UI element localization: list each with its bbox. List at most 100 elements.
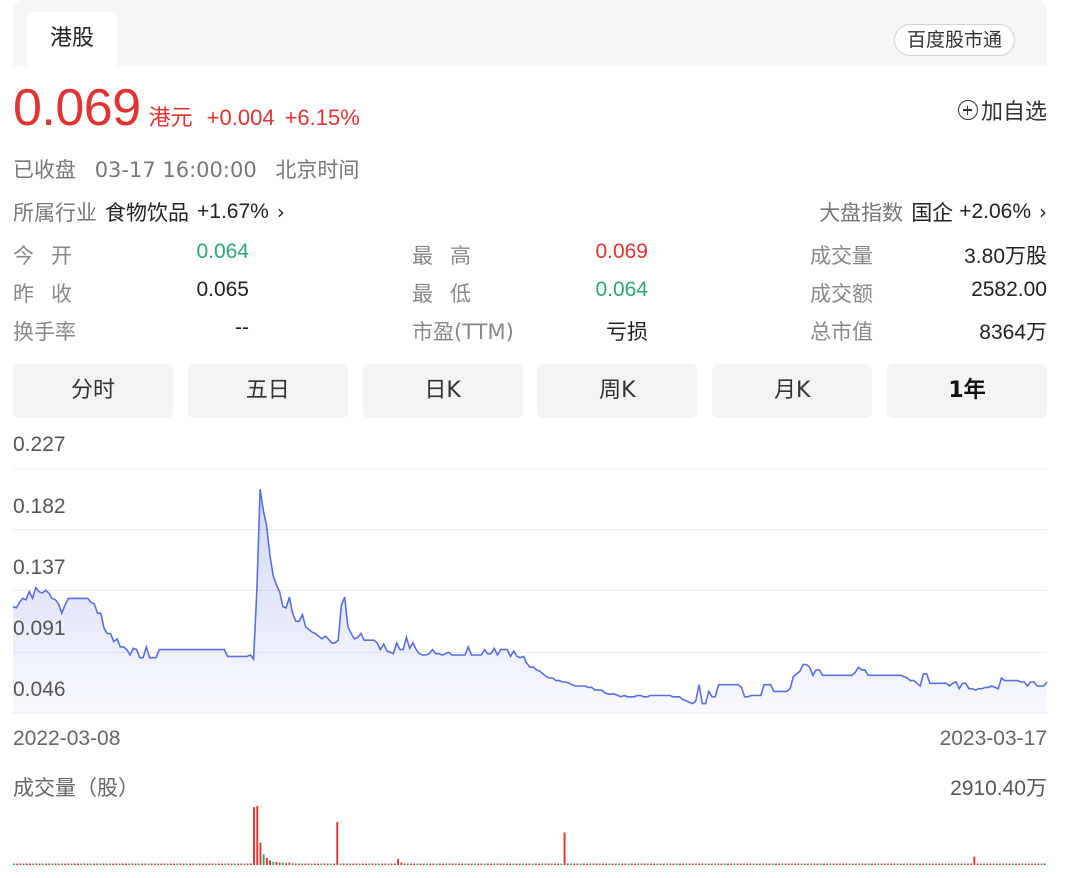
- volume-bar: [448, 863, 451, 865]
- volume-bar: [393, 863, 396, 865]
- volume-bar: [368, 863, 371, 865]
- volume-bar: [595, 863, 598, 865]
- volume-bar: [662, 863, 665, 865]
- volume-bar: [397, 859, 399, 865]
- volume-bar: [531, 863, 534, 865]
- volume-bar: [691, 863, 694, 865]
- volume-bar: [672, 863, 675, 865]
- volume-bar: [1008, 863, 1011, 865]
- volume-bar: [957, 863, 960, 865]
- volume-bar: [310, 863, 313, 865]
- volume-bar: [496, 863, 499, 865]
- volume-bar: [557, 863, 560, 865]
- volume-bar: [1034, 863, 1037, 865]
- volume-bar: [938, 863, 941, 865]
- volume-bar: [995, 863, 998, 865]
- volume-bar: [877, 863, 880, 865]
- volume-bar: [89, 863, 92, 865]
- volume-bar: [374, 863, 377, 865]
- volume-bar: [301, 863, 303, 865]
- volume-bar: [963, 863, 966, 865]
- volume-bar: [854, 863, 857, 865]
- volume-bar: [285, 863, 287, 865]
- volume-bar: [899, 863, 902, 865]
- volume-bar: [336, 821, 339, 865]
- volume-bar: [640, 863, 643, 865]
- volume-bar: [483, 863, 486, 865]
- volume-bar: [960, 863, 963, 865]
- volume-bar: [608, 863, 611, 865]
- volume-bar: [637, 863, 640, 865]
- volume-bar: [493, 863, 496, 865]
- volume-bar: [1031, 863, 1033, 865]
- volume-bar: [1040, 863, 1043, 865]
- volume-bar: [45, 863, 47, 865]
- volume-bar: [506, 863, 508, 865]
- volume-bar: [710, 863, 713, 865]
- volume-bar: [880, 863, 883, 865]
- volume-bar: [25, 863, 28, 865]
- volume-bar: [48, 863, 51, 865]
- volume-bar: [701, 863, 704, 865]
- volume-bar: [893, 863, 896, 865]
- volume-bar: [173, 863, 175, 865]
- volume-bar: [682, 863, 684, 865]
- volume-bar: [275, 862, 278, 865]
- price-chart[interactable]: [0, 0, 1080, 878]
- volume-bar: [115, 863, 118, 865]
- volume-bar: [586, 863, 588, 865]
- volume-bar: [109, 863, 111, 865]
- volume-bar: [698, 863, 700, 865]
- volume-bar: [237, 863, 239, 865]
- y-tick-label: 0.091: [13, 617, 66, 640]
- volume-bar: [781, 863, 784, 865]
- volume-bar: [134, 863, 137, 865]
- volume-bar: [147, 863, 150, 865]
- volume-bar: [832, 863, 835, 865]
- volume-bar: [973, 856, 976, 865]
- volume-bar: [461, 863, 464, 865]
- volume-bar: [1024, 863, 1027, 865]
- volume-bar: [752, 863, 755, 865]
- volume-bar: [150, 863, 153, 865]
- volume-bar: [925, 863, 928, 865]
- volume-bar: [227, 863, 230, 865]
- volume-bar: [70, 863, 73, 865]
- volume-bar: [435, 863, 438, 865]
- volume-bar: [560, 863, 563, 865]
- volume-bar: [105, 863, 108, 865]
- volume-bar: [528, 863, 531, 865]
- volume-bar: [83, 863, 86, 865]
- volume-bar: [29, 863, 31, 865]
- volume-bar: [96, 863, 99, 865]
- volume-bar: [262, 854, 265, 865]
- volume-bar: [650, 863, 652, 865]
- volume-bar: [490, 863, 492, 865]
- volume-bar: [16, 863, 19, 865]
- volume-bar: [822, 863, 825, 865]
- volume-bar: [646, 863, 649, 865]
- x-start-label: 2022-03-08: [13, 727, 121, 750]
- volume-bar: [810, 863, 812, 865]
- volume-bar: [774, 863, 777, 865]
- volume-bar: [458, 863, 460, 865]
- volume-bar: [838, 863, 841, 865]
- volume-bar: [371, 863, 374, 865]
- volume-bar: [589, 863, 592, 865]
- volume-bar: [566, 863, 569, 865]
- volume-bar: [912, 863, 915, 865]
- volume-bar: [486, 863, 489, 865]
- volume-bar: [93, 863, 95, 865]
- volume-bar: [726, 863, 729, 865]
- volume-bar: [573, 863, 576, 865]
- volume-bar: [787, 863, 790, 865]
- y-tick-label: 0.227: [13, 433, 66, 456]
- volume-bar: [432, 863, 435, 865]
- volume-bar: [233, 863, 236, 865]
- volume-bar: [278, 862, 281, 865]
- volume-bar: [678, 863, 681, 865]
- volume-bar: [755, 863, 758, 865]
- volume-bar: [160, 863, 163, 865]
- price-area-fill: [13, 489, 1047, 713]
- volume-bar: [723, 863, 726, 865]
